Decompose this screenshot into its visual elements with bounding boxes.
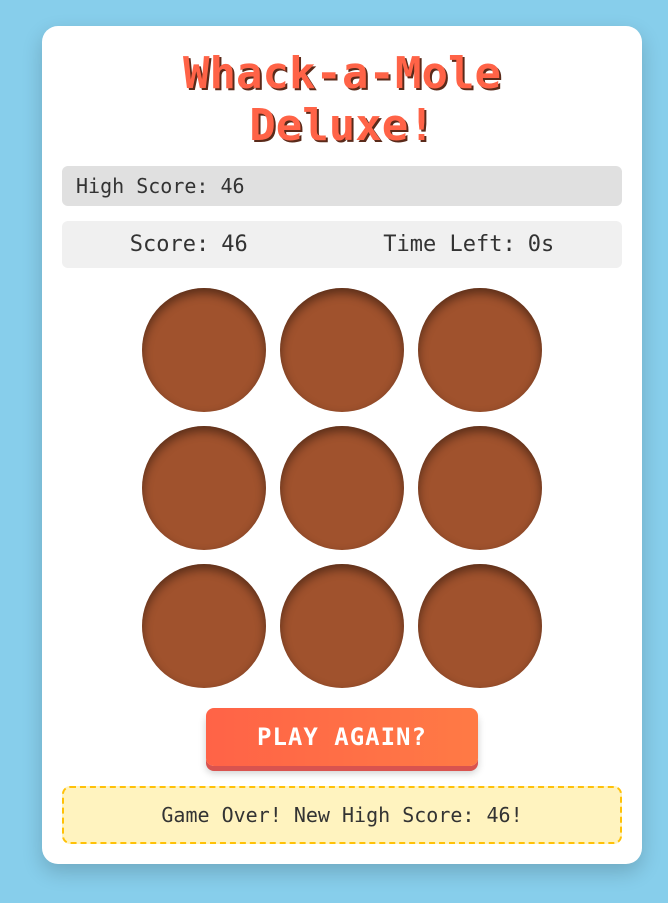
mole-hole-4[interactable]	[142, 426, 266, 550]
title-line-2: Deluxe!	[249, 100, 435, 151]
play-again-button[interactable]: PLAY AGAIN?	[206, 708, 478, 766]
high-score-bar: High Score: 46	[62, 166, 622, 206]
game-over-message: Game Over! New High Score: 46!	[62, 786, 622, 844]
game-card: Whack-a-Mole Deluxe! High Score: 46 Scor…	[42, 26, 642, 864]
high-score-label: High Score:	[76, 174, 209, 198]
time-value: 0s	[527, 232, 555, 257]
title-line-1: Whack-a-Mole	[183, 48, 501, 99]
mole-hole-7[interactable]	[142, 564, 266, 688]
score-label: Score:	[129, 232, 210, 257]
high-score-value: 46	[220, 174, 245, 198]
mole-hole-6[interactable]	[418, 426, 542, 550]
mole-hole-1[interactable]	[142, 288, 266, 412]
mole-hole-9[interactable]	[418, 564, 542, 688]
score-display: Score: 46	[130, 232, 248, 257]
mole-hole-3[interactable]	[418, 288, 542, 412]
mole-hole-2[interactable]	[280, 288, 404, 412]
timer-display: Time Left: 0s	[383, 232, 554, 257]
mole-hole-8[interactable]	[280, 564, 404, 688]
mole-grid	[142, 288, 542, 688]
mole-hole-5[interactable]	[280, 426, 404, 550]
score-value: 46	[221, 232, 248, 257]
stats-bar: Score: 46 Time Left: 0s	[62, 221, 622, 268]
game-title: Whack-a-Mole Deluxe!	[42, 48, 642, 152]
time-label: Time Left:	[383, 232, 516, 257]
